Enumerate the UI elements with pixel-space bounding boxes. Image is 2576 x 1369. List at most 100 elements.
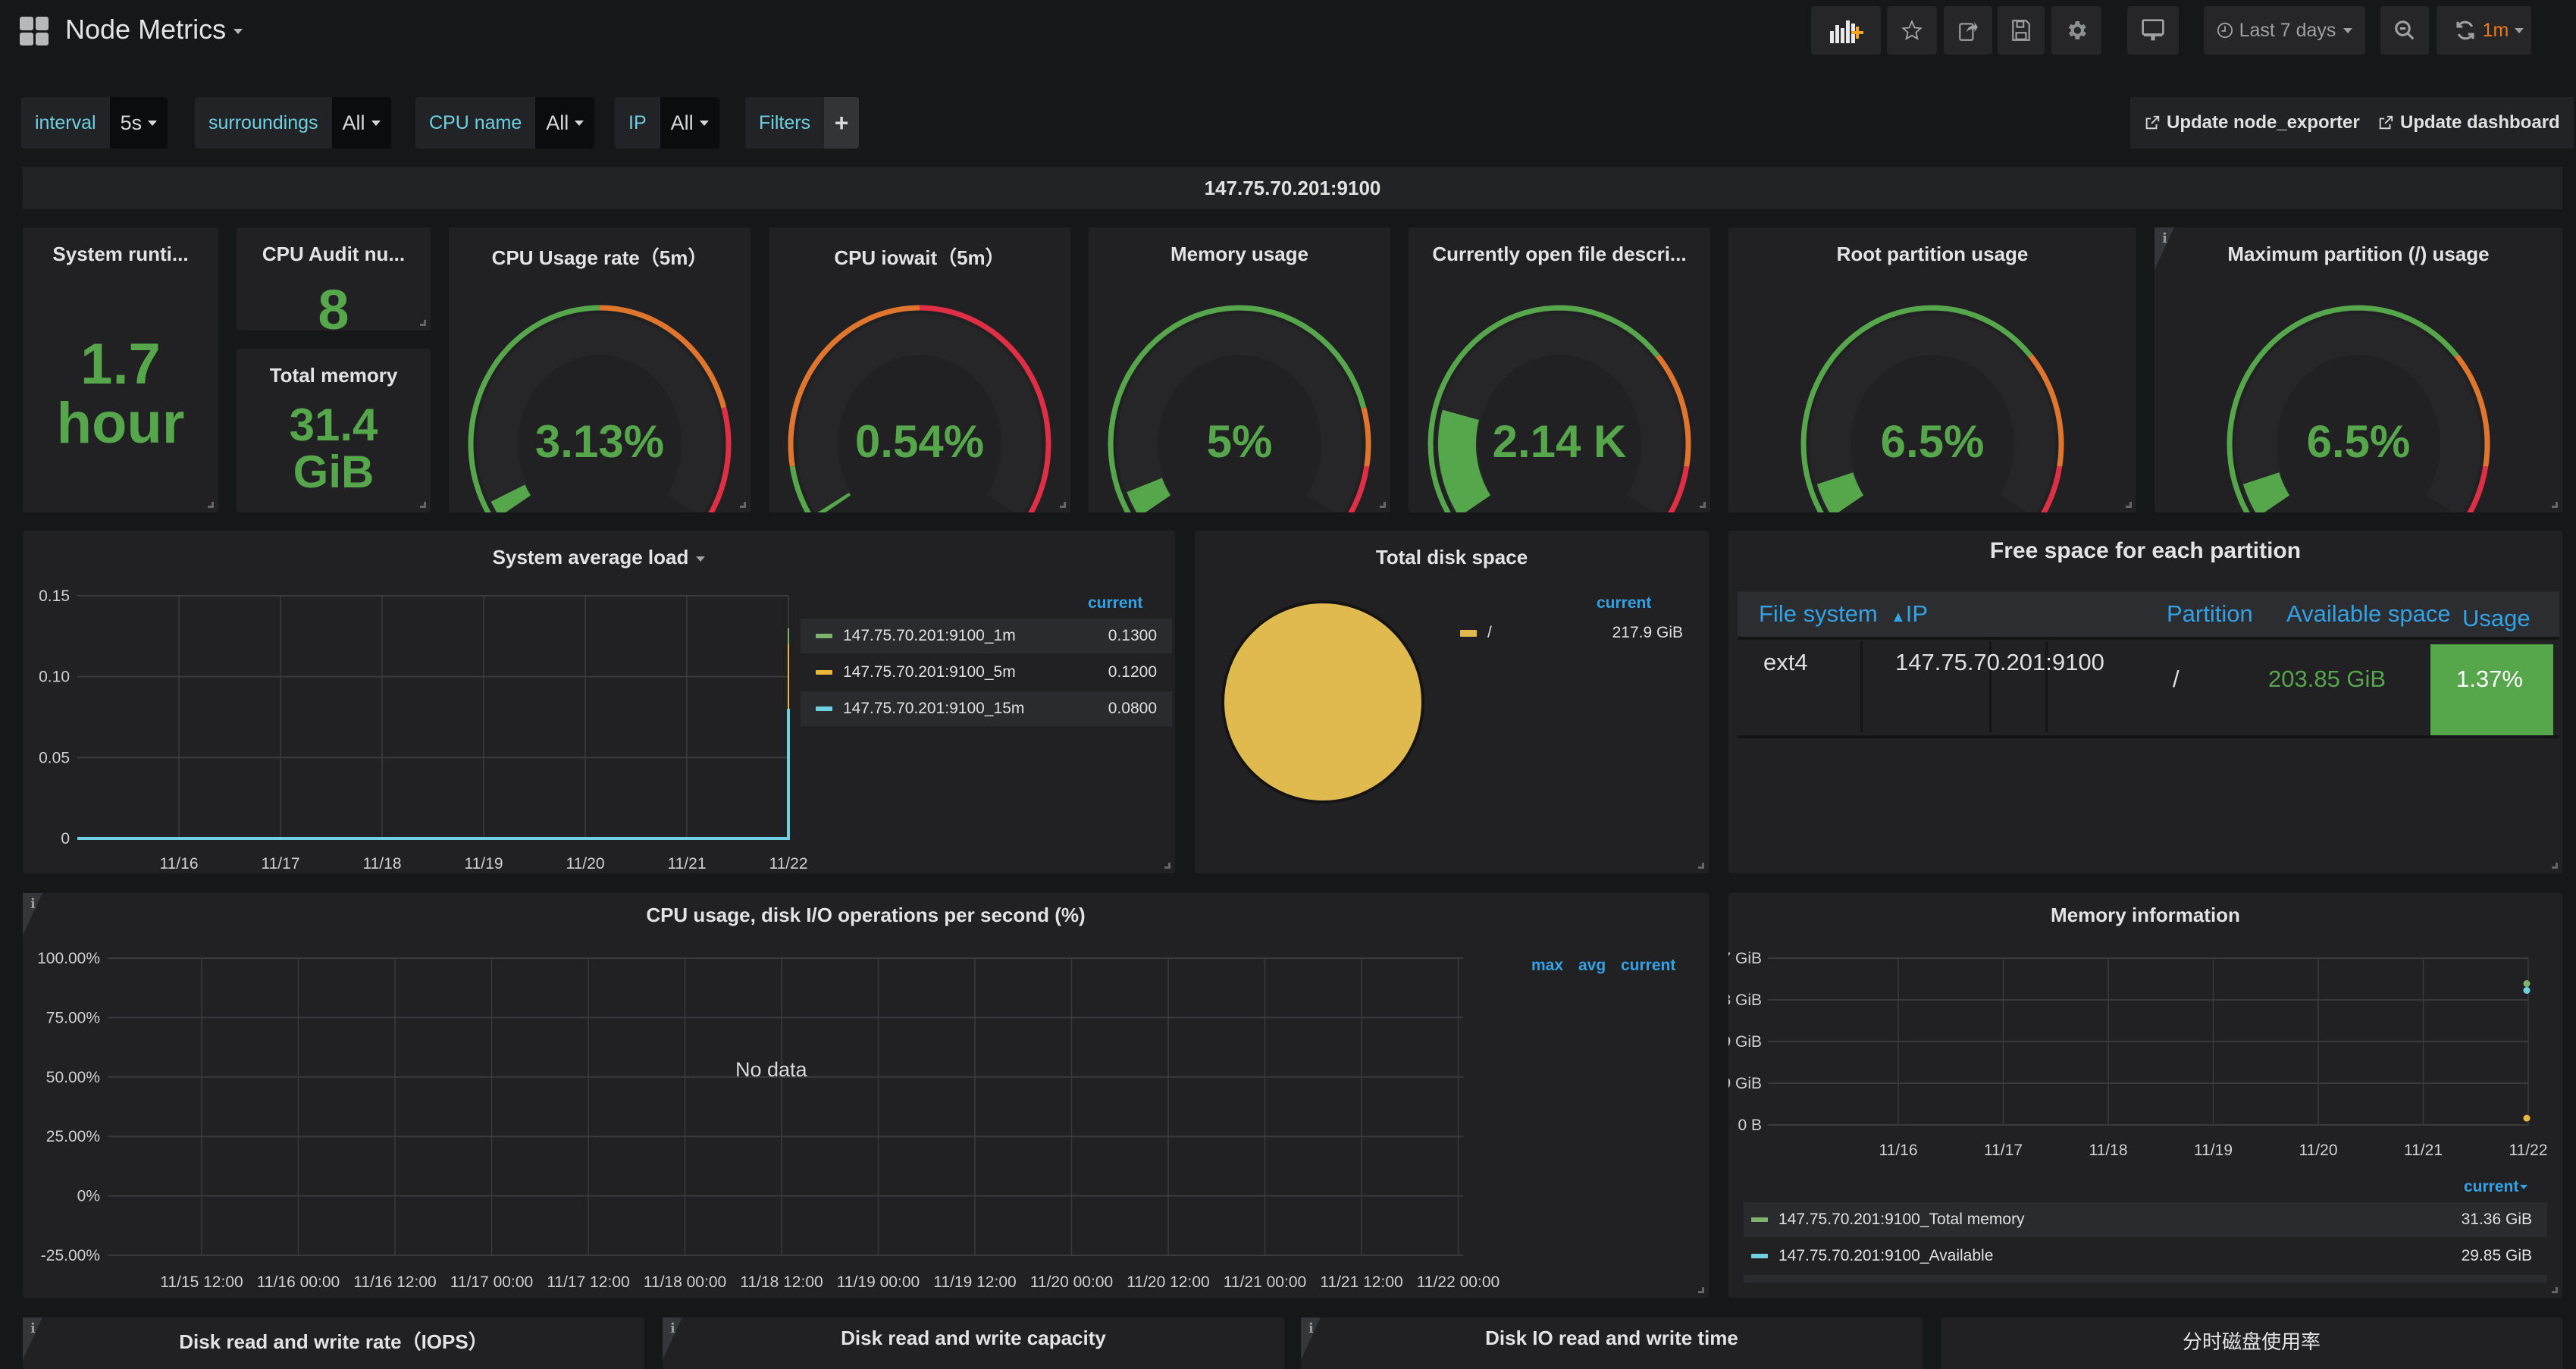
variable-value: All bbox=[342, 111, 365, 134]
save-icon bbox=[2012, 20, 2030, 41]
x-tick-label: 11/17 12:00 bbox=[547, 1273, 629, 1291]
sort-asc-icon: ▲ bbox=[1891, 609, 1906, 625]
variable-value-dropdown[interactable]: All bbox=[331, 97, 391, 149]
tv-mode-button[interactable] bbox=[2127, 6, 2179, 55]
x-tick-label: 11/19 12:00 bbox=[933, 1273, 1016, 1291]
x-tick-label: 11/20 bbox=[566, 855, 605, 872]
gauge-arc bbox=[468, 305, 732, 512]
column-header-available[interactable]: Available space bbox=[2286, 600, 2451, 628]
variable-value-dropdown[interactable]: All bbox=[535, 97, 595, 149]
column-header-ip-label: IP bbox=[1905, 600, 1929, 627]
legend-header-current[interactable]: current bbox=[1621, 957, 1675, 975]
resize-handle[interactable] bbox=[1698, 863, 1704, 869]
legend-item[interactable]: 147.75.70.201:9100_Total memory 31.36 Gi… bbox=[1744, 1202, 2547, 1237]
legend-scroll-overflow[interactable] bbox=[1744, 1275, 2547, 1283]
variable-value: All bbox=[546, 111, 569, 134]
chevron-down-icon bbox=[371, 120, 381, 126]
legend-value: 0.1300 bbox=[1108, 627, 1157, 644]
resize-handle[interactable] bbox=[740, 502, 746, 508]
memory-graph[interactable]: 0 B 9 GiB 19 GiB 28 GiB 37 GiB 11/16 11/17 11/1… bbox=[1728, 893, 2562, 1173]
resize-handle[interactable] bbox=[1698, 1287, 1704, 1293]
save-button[interactable] bbox=[1998, 6, 2045, 55]
star-button[interactable] bbox=[1887, 6, 1937, 55]
column-header-ip[interactable]: ▲IP bbox=[1891, 600, 1928, 628]
pie-slice[interactable] bbox=[1221, 600, 1424, 804]
panel-title[interactable]: CPU Audit nu... bbox=[237, 243, 431, 266]
legend-value: 29.85 GiB bbox=[2461, 1247, 2532, 1264]
row-header[interactable]: 147.75.70.201:9100 bbox=[23, 167, 2562, 209]
legend-header-current[interactable]: current bbox=[1597, 594, 1651, 612]
resize-handle[interactable] bbox=[1700, 502, 1706, 508]
legend-header-avg[interactable]: avg bbox=[1578, 957, 1606, 975]
dashboard-title: Node Metrics bbox=[65, 14, 227, 45]
share-button[interactable] bbox=[1944, 6, 1992, 55]
variable-label: IP bbox=[628, 111, 647, 133]
refresh-interval-picker[interactable]: 1m bbox=[2475, 6, 2531, 55]
add-filter-button[interactable]: + bbox=[824, 97, 860, 149]
legend-name: 147.75.70.201:9100_Total memory bbox=[1778, 1211, 2025, 1228]
legend-item[interactable]: 147.75.70.201:9100_1m 0.1300 bbox=[801, 619, 1172, 653]
settings-button[interactable] bbox=[2051, 6, 2101, 55]
resize-handle[interactable] bbox=[420, 320, 426, 326]
variable-surroundings[interactable]: surroundings All bbox=[195, 97, 391, 149]
resize-handle[interactable] bbox=[1060, 502, 1066, 508]
dashboard-title-picker[interactable]: Node Metrics bbox=[65, 14, 243, 45]
chevron-down-icon bbox=[2343, 27, 2353, 33]
cpu-io-graph[interactable]: -25.00% 0% 25.00% 50.00% 75.00% 100.00% 11/15 … bbox=[23, 893, 1509, 1298]
variable-ip[interactable]: IP All bbox=[615, 97, 719, 149]
y-tick-label: 75.00% bbox=[46, 1009, 100, 1026]
x-tick-label: 11/19 00:00 bbox=[837, 1273, 920, 1291]
resize-handle[interactable] bbox=[208, 502, 214, 508]
legend-header-current[interactable]: current bbox=[1088, 594, 1142, 612]
add-panel-icon bbox=[1830, 20, 1863, 43]
gauge-value: 2.14 K bbox=[1492, 416, 1627, 467]
panel-title[interactable]: System runti... bbox=[23, 243, 218, 266]
x-tick-label: 11/21 bbox=[668, 855, 707, 872]
resize-handle[interactable] bbox=[1380, 502, 1386, 508]
panel-title[interactable]: 分时磁盘使用率 bbox=[1941, 1327, 2562, 1355]
column-header-partition[interactable]: Partition bbox=[2167, 600, 2253, 628]
series-line bbox=[77, 709, 790, 840]
update-node-exporter-link[interactable]: Update node_exporter bbox=[2130, 97, 2374, 149]
time-range-label: Last 7 days bbox=[2239, 19, 2336, 41]
legend-header-max[interactable]: max bbox=[1531, 957, 1563, 975]
zoom-out-button[interactable] bbox=[2380, 6, 2429, 55]
disk-pie-chart bbox=[1221, 600, 1424, 804]
resize-handle[interactable] bbox=[2552, 1287, 2558, 1293]
add-panel-button[interactable] bbox=[1811, 6, 1881, 55]
legend-item[interactable]: / 217.9 GiB bbox=[1445, 616, 1698, 650]
series-swatch bbox=[816, 706, 832, 711]
series-swatch bbox=[1751, 1254, 1768, 1258]
panel-title[interactable]: Total memory bbox=[237, 364, 431, 387]
resize-handle[interactable] bbox=[2552, 502, 2558, 508]
resize-handle[interactable] bbox=[2552, 863, 2558, 869]
panel-disk-usage-time: 分时磁盘使用率 bbox=[1941, 1317, 2562, 1369]
cell-available: 203.85 GiB bbox=[2268, 666, 2386, 692]
variable-cpu-name[interactable]: CPU name All bbox=[415, 97, 595, 149]
resize-handle[interactable] bbox=[2126, 502, 2132, 508]
x-tick-label: 11/21 00:00 bbox=[1224, 1273, 1306, 1291]
legend-item[interactable]: 147.75.70.201:9100_5m 0.1200 bbox=[801, 655, 1172, 690]
column-header-filesystem[interactable]: File system bbox=[1759, 600, 1878, 628]
panel-title[interactable]: Disk read and write capacity bbox=[663, 1327, 1284, 1350]
load-graph[interactable]: 0 0.05 0.10 0.15 11/16 11/17 11/18 11/19 11/20 11… bbox=[23, 531, 819, 873]
variable-value-dropdown[interactable]: All bbox=[660, 97, 719, 149]
series-swatch bbox=[816, 634, 832, 638]
dashboard-logo[interactable] bbox=[20, 17, 49, 45]
panel-title[interactable]: Free space for each partition bbox=[1728, 538, 2562, 564]
panel-total-disk-space: Total disk space current / 217.9 GiB bbox=[1195, 531, 1709, 873]
variable-value-dropdown[interactable]: 5s bbox=[109, 97, 168, 149]
panel-title[interactable]: Disk read and write rate（IOPS） bbox=[23, 1327, 644, 1355]
legend-item[interactable]: 147.75.70.201:9100_Available 29.85 GiB bbox=[1744, 1239, 2547, 1273]
legend-item[interactable]: 147.75.70.201:9100_15m 0.0800 bbox=[801, 691, 1172, 726]
legend-header-current[interactable]: current bbox=[2464, 1178, 2528, 1196]
time-range-picker[interactable]: Last 7 days bbox=[2204, 6, 2365, 55]
panel-title[interactable]: Disk IO read and write time bbox=[1301, 1327, 1923, 1350]
y-tick-label: -25.00% bbox=[41, 1247, 100, 1264]
resize-handle[interactable] bbox=[420, 502, 426, 508]
variable-label: surroundings bbox=[208, 111, 318, 133]
update-dashboard-link[interactable]: Update dashboard bbox=[2364, 97, 2574, 149]
variable-interval[interactable]: interval 5s bbox=[21, 97, 168, 149]
resize-handle[interactable] bbox=[1164, 863, 1170, 869]
panel-cpu-usage-gauge: CPU Usage rate（5m） 3.13% bbox=[449, 227, 751, 512]
